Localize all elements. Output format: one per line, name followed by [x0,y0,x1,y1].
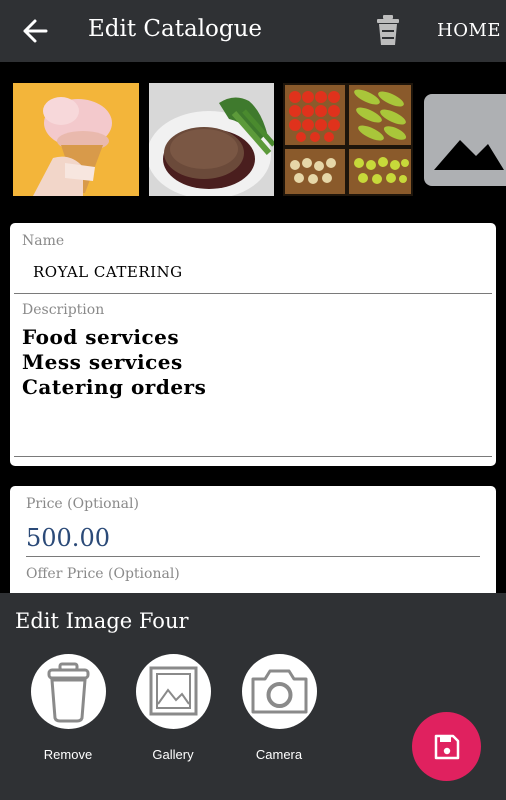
description-line: Food services [22,325,180,349]
name-label: Name [22,233,65,249]
image-one-thumbnail[interactable] [13,83,139,196]
price-input[interactable]: 500.00 [26,524,110,552]
name-underline [14,293,492,294]
description-label: Description [22,302,105,318]
image-two-thumbnail[interactable] [149,83,274,196]
image-strip [0,62,506,212]
price-card: Price (Optional) 500.00 Offer Price (Opt… [10,486,496,596]
image-three-thumbnail[interactable] [283,83,413,196]
remove-button[interactable] [31,654,106,729]
app-bar: Edit Catalogue HOME [0,0,506,62]
details-card: Name ROYAL CATERING Description Food ser… [10,223,496,466]
page-title: Edit Catalogue [88,16,263,42]
delete-icon[interactable] [374,13,402,47]
trash-icon [47,662,90,723]
gallery-label: Gallery [152,747,194,762]
back-arrow-icon[interactable] [22,17,48,45]
save-icon [434,734,460,760]
image-placeholder-icon [434,140,504,170]
camera-button[interactable] [242,654,317,729]
sheet-title: Edit Image Four [15,609,189,633]
description-line: Catering orders [22,375,207,399]
remove-label: Remove [43,747,93,762]
name-input[interactable]: ROYAL CATERING [33,263,183,281]
gallery-button[interactable] [136,654,211,729]
gallery-icon [149,666,198,716]
price-underline [26,556,480,557]
description-input[interactable]: Food services Mess services Catering ord… [22,325,206,400]
description-line: Mess services [22,350,183,374]
image-four-placeholder[interactable] [424,94,506,186]
offer-price-label[interactable]: Offer Price (Optional) [26,566,180,582]
camera-icon [251,669,308,714]
description-underline [14,456,492,457]
price-label: Price (Optional) [26,496,139,512]
home-button[interactable]: HOME [437,20,501,41]
camera-label: Camera [255,747,303,762]
save-button[interactable] [412,712,481,781]
